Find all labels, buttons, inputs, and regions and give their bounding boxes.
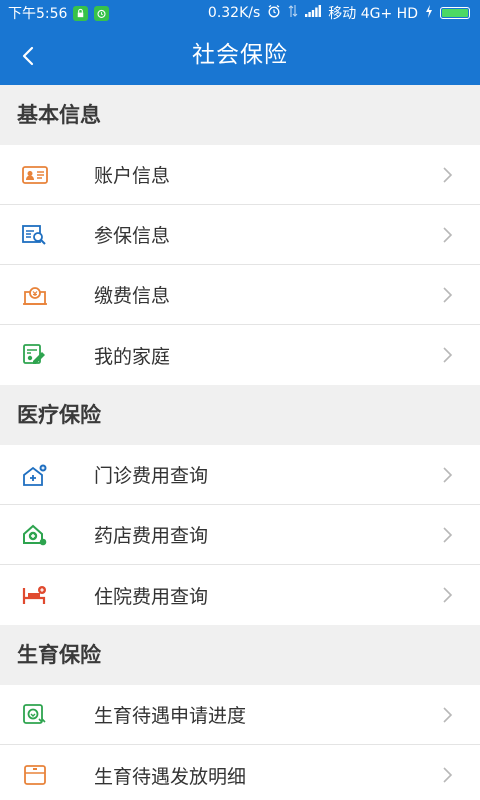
- alarm-app-icon: [94, 5, 110, 21]
- chevron-right-icon: [443, 767, 453, 783]
- app-notification-icon: [73, 5, 89, 21]
- pharmacy-icon: [22, 522, 48, 548]
- menu-list: 基本信息 账户信息 参保信息 缴费信息 我的家庭 医疗保险 门诊费用查询 药店费…: [0, 85, 480, 800]
- navigation-bar: 社会保险: [0, 26, 480, 85]
- maternity-detail-icon: [22, 762, 48, 788]
- menu-item-pharmacy-query[interactable]: 药店费用查询: [0, 505, 480, 565]
- menu-item-outpatient-query[interactable]: 门诊费用查询: [0, 445, 480, 505]
- data-transfer-icon: [288, 4, 298, 22]
- family-icon: [22, 342, 48, 368]
- menu-item-insurance-info[interactable]: 参保信息: [0, 205, 480, 265]
- menu-item-label: 生育待遇申请进度: [94, 705, 247, 727]
- id-card-icon: [22, 162, 48, 188]
- menu-item-maternity-progress[interactable]: 生育待遇申请进度: [0, 685, 480, 745]
- alarm-icon: [267, 4, 281, 22]
- menu-item-maternity-detail[interactable]: 生育待遇发放明细: [0, 745, 480, 800]
- charging-icon: [425, 4, 433, 22]
- menu-item-my-family[interactable]: 我的家庭: [0, 325, 480, 385]
- menu-item-label: 账户信息: [94, 165, 171, 187]
- menu-item-label: 生育待遇发放明细: [94, 765, 247, 788]
- status-time: 下午5:56: [8, 6, 68, 22]
- menu-item-label: 门诊费用查询: [94, 465, 209, 487]
- page-title: 社会保险: [192, 42, 288, 68]
- battery-icon: [440, 7, 470, 19]
- section-maternity-insurance: 生育待遇申请进度 生育待遇发放明细: [0, 685, 480, 800]
- hospital-bed-icon: [22, 582, 48, 608]
- payment-icon: [22, 282, 48, 308]
- maternity-progress-icon: [22, 702, 48, 728]
- menu-item-label: 我的家庭: [94, 345, 171, 368]
- chevron-right-icon: [443, 227, 453, 243]
- carrier-label: 移动 4G+ HD: [328, 6, 418, 22]
- section-header-maternity-insurance: 生育保险: [0, 625, 480, 685]
- section-header-basic-info: 基本信息: [0, 85, 480, 145]
- chevron-right-icon: [443, 347, 453, 363]
- menu-item-label: 缴费信息: [94, 285, 171, 307]
- section-basic-info: 账户信息 参保信息 缴费信息 我的家庭: [0, 145, 480, 385]
- menu-item-label: 住院费用查询: [94, 585, 209, 608]
- menu-item-payment-info[interactable]: 缴费信息: [0, 265, 480, 325]
- menu-item-label: 参保信息: [94, 225, 171, 247]
- chevron-right-icon: [443, 167, 453, 183]
- menu-item-label: 药店费用查询: [94, 525, 209, 547]
- signal-icon: [305, 5, 322, 21]
- chevron-right-icon: [443, 587, 453, 603]
- chevron-right-icon: [443, 467, 453, 483]
- section-medical-insurance: 门诊费用查询 药店费用查询 住院费用查询: [0, 445, 480, 625]
- menu-item-hospital-query[interactable]: 住院费用查询: [0, 565, 480, 625]
- menu-item-account-info[interactable]: 账户信息: [0, 145, 480, 205]
- network-speed: 0.32K/s: [207, 5, 261, 21]
- document-search-icon: [22, 222, 48, 248]
- status-bar: 下午5:56 0.32K/s 移动 4G+ HD: [0, 0, 480, 26]
- chevron-right-icon: [443, 527, 453, 543]
- clinic-icon: [22, 462, 48, 488]
- chevron-right-icon: [443, 287, 453, 303]
- section-header-medical-insurance: 医疗保险: [0, 385, 480, 445]
- chevron-right-icon: [443, 707, 453, 723]
